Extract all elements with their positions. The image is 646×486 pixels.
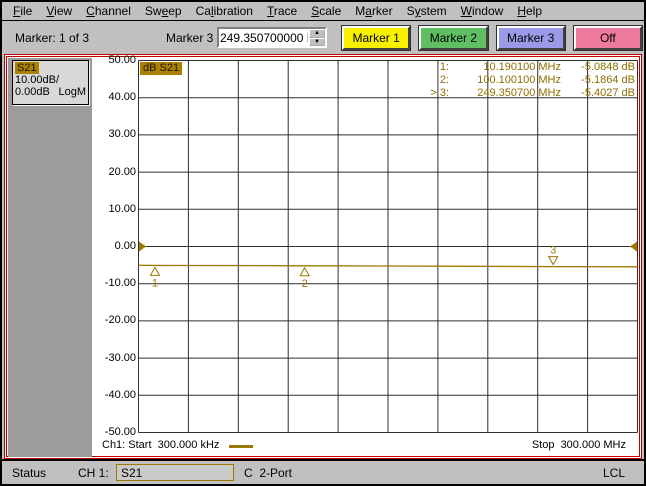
cal-status-label: C 2-Port — [244, 466, 293, 480]
y-tick-label: -40.00 — [104, 388, 136, 401]
marker-1-button[interactable]: Marker 1 — [340, 25, 412, 51]
menu-item-channel[interactable]: Channel — [79, 3, 138, 19]
menu-item-trace[interactable]: Trace — [260, 3, 304, 19]
menu-item-scale[interactable]: Scale — [304, 3, 348, 19]
trace-status-box[interactable]: S21 10.00dB/ 0.00dB LogM — [12, 60, 89, 105]
y-tick-label: -50.00 — [104, 426, 136, 438]
marker-3-button[interactable]: Marker 3 — [495, 25, 566, 51]
marker-2-button[interactable]: Marker 2 — [418, 25, 489, 51]
status-label: Status — [12, 466, 47, 480]
trace-reference: 0.00dB — [15, 86, 50, 98]
plot-region: 50.00 40.00 30.00 20.00 10.00 0.00 -10.00 -20.0… — [92, 54, 638, 455]
y-tick-label: -10.00 — [104, 277, 136, 290]
marker-readout-row-2: 2: 100.100100 MHz -5.1864 dB — [439, 74, 635, 86]
marker-frequency-input[interactable] — [219, 29, 309, 46]
marker-frequency-spinbox: ▲ ▼ — [217, 27, 327, 48]
menu-item-window[interactable]: Window — [454, 3, 511, 19]
y-tick-label: 40.00 — [108, 91, 136, 104]
y-tick-label: 20.00 — [108, 165, 136, 178]
y-tick-label: -20.00 — [104, 314, 136, 327]
menu-item-file[interactable]: File — [6, 3, 39, 19]
stop-frequency-label: Stop 300.000 MHz — [531, 439, 626, 451]
off-button[interactable]: Off — [572, 25, 644, 51]
marker-3-glyph[interactable]: 3 — [547, 245, 559, 266]
marker-1-glyph[interactable]: 1 — [149, 266, 161, 289]
start-frequency-label: Ch1: Start 300.000 kHz — [102, 439, 220, 451]
marker-readout-table: 1: 10.190100 MHz -5.0848 dB 2: 100.100100 MH… — [419, 61, 635, 100]
trace-format-label: dB S21 — [140, 62, 183, 75]
trace-color-indicator — [229, 445, 253, 448]
y-tick-label: 10.00 — [108, 202, 136, 215]
lcl-indicator: LCL — [603, 466, 626, 480]
s21-trace — [138, 264, 638, 268]
measurement-name: S21 — [121, 466, 143, 480]
menu-item-marker[interactable]: Marker — [348, 3, 399, 19]
svg-text:1: 1 — [152, 277, 158, 289]
x-axis-annotation: Ch1: Start 300.000 kHz Stop 300.000 MHz — [92, 439, 638, 453]
svg-text:2: 2 — [302, 278, 308, 290]
y-tick-label: -30.00 — [104, 351, 136, 364]
menu-item-system[interactable]: System — [400, 3, 454, 19]
trace-status-sidebar: S21 10.00dB/ 0.00dB LogM — [8, 58, 92, 457]
ref-level-marker-left[interactable] — [139, 241, 146, 252]
menu-bar: File View Channel Sweep Calibration Trace Scal… — [2, 2, 644, 21]
menu-item-view[interactable]: View — [39, 3, 79, 19]
trace-name: S21 — [15, 62, 39, 74]
frequency-spinner: ▲ ▼ — [309, 29, 325, 46]
y-tick-label: 30.00 — [108, 128, 136, 141]
status-bar: Status CH 1: S21 C 2-Port LCL — [2, 459, 644, 484]
marker-buttons: Marker 1 Marker 2 Marker 3 Off — [340, 25, 644, 51]
menu-item-help[interactable]: Help — [510, 3, 549, 19]
ref-level-marker-right[interactable] — [630, 241, 637, 252]
spin-down-button[interactable]: ▼ — [309, 37, 325, 46]
marker-stimulus-label: Marker 3 — [166, 31, 214, 45]
graticule-svg: 1 2 3 — [138, 60, 638, 433]
svg-text:3: 3 — [550, 245, 556, 257]
y-tick-label: 0.00 — [114, 240, 136, 252]
menu-item-calibration[interactable]: Calibration — [189, 3, 260, 19]
menu-item-sweep[interactable]: Sweep — [138, 3, 189, 19]
spin-up-button[interactable]: ▲ — [309, 29, 325, 38]
marker-2-glyph[interactable]: 2 — [299, 266, 311, 290]
marker-readout-row-1: 1: 10.190100 MHz -5.0848 dB — [439, 61, 635, 73]
trace-scale: 10.00dB/ — [15, 74, 60, 86]
marker-readout-row-3: > 3: 249.350700 MHz -5.4027 dB — [430, 87, 635, 99]
marker-toolbar: Marker: 1 of 3 Marker 3 ▲ ▼ Marker 1Mark… — [2, 22, 644, 53]
measurement-box: S21 — [116, 464, 234, 481]
app-window: File View Channel Sweep Calibration Trace Scal… — [0, 0, 646, 486]
marker-count-label: Marker: 1 of 3 — [15, 31, 90, 45]
y-tick-label: 50.00 — [108, 54, 136, 66]
graticule-area: 1 2 3 dB S21 1: 10.190100 MHz -5.0848 dB 2: 10… — [138, 60, 638, 433]
measurement-display: S21 10.00dB/ 0.00dB LogM 50.00 40.00 30.00… — [4, 54, 642, 459]
trace-format: LogM — [58, 86, 86, 98]
channel-label: CH 1: — [78, 466, 109, 480]
